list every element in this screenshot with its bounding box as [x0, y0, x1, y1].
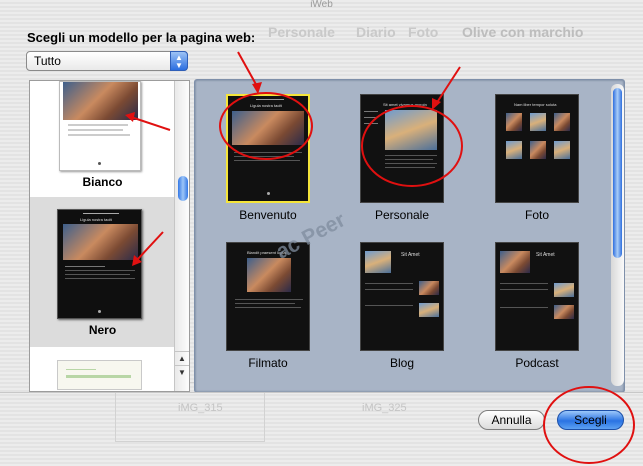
template-heading-blog: Sit Amet [401, 252, 420, 258]
updown-arrows-icon: ▲ ▼ [170, 51, 188, 71]
choose-button[interactable]: Scegli [557, 410, 624, 430]
theme-preview-nero: Ligula nostra taciti [57, 209, 142, 319]
template-thumb-personale: Sit amet vivamus moroin [360, 94, 444, 203]
template-heading-benvenuto: Ligula nostra taciti [250, 103, 283, 108]
template-label-foto: Foto [524, 208, 549, 222]
theme-list-scroll-thumb[interactable] [178, 176, 188, 201]
scroll-down-icon[interactable]: ▼ [175, 365, 189, 378]
cancel-button[interactable]: Annulla [478, 410, 545, 430]
template-grid[interactable]: Ligula nostra taciti Benvenuto Sit amet … [194, 79, 625, 393]
sheet-divider [0, 392, 643, 393]
theme-label-bianco: Bianco [82, 175, 123, 189]
template-label-benvenuto: Benvenuto [239, 208, 297, 222]
template-label-filmato: Filmato [248, 356, 288, 370]
template-thumb-podcast: Sit Amet [495, 242, 579, 351]
template-heading-foto: Nam liber tempor soluta [514, 102, 557, 107]
template-label-podcast: Podcast [515, 356, 559, 370]
template-thumb-benvenuto: Ligula nostra taciti [226, 94, 310, 203]
template-grid-scroll-thumb[interactable] [613, 88, 622, 258]
template-heading-personale: Sit amet vivamus moroin [383, 102, 427, 107]
filter-popup-value: Tutto [34, 54, 61, 68]
template-thumb-blog: Sit Amet [360, 242, 444, 351]
filter-popup[interactable]: Tutto ▲ ▼ [26, 51, 188, 71]
theme-item-nero[interactable]: Ligula nostra taciti Nero [30, 197, 175, 347]
theme-preview-next [57, 360, 142, 390]
template-label-blog: Blog [389, 356, 415, 370]
theme-label-nero: Nero [88, 323, 117, 337]
theme-list-scrollbar[interactable]: ▲ ▼ [174, 81, 189, 391]
theme-preview-bianco [59, 81, 141, 171]
template-thumb-foto: Nam liber tempor soluta [495, 94, 579, 203]
template-chooser-sheet: Scegli un modello per la pagina web: Tut… [0, 14, 643, 466]
template-grid-scrollbar[interactable] [611, 84, 624, 386]
template-thumb-filmato: Blandit praesent lupta [226, 242, 310, 351]
theme-item-bianco[interactable]: Bianco [30, 81, 175, 197]
theme-list[interactable]: Bianco Ligula nostra taciti Nero ▲ ▼ [29, 80, 190, 392]
template-label-personale: Personale [374, 208, 430, 222]
scroll-up-icon[interactable]: ▲ [175, 351, 189, 364]
template-heading-podcast: Sit Amet [536, 252, 555, 258]
theme-item-next[interactable] [30, 360, 175, 391]
theme-preview-heading: Ligula nostra taciti [80, 217, 113, 222]
window-title: iWeb [310, 0, 333, 10]
prompt-label: Scegli un modello per la pagina web: [27, 30, 256, 45]
